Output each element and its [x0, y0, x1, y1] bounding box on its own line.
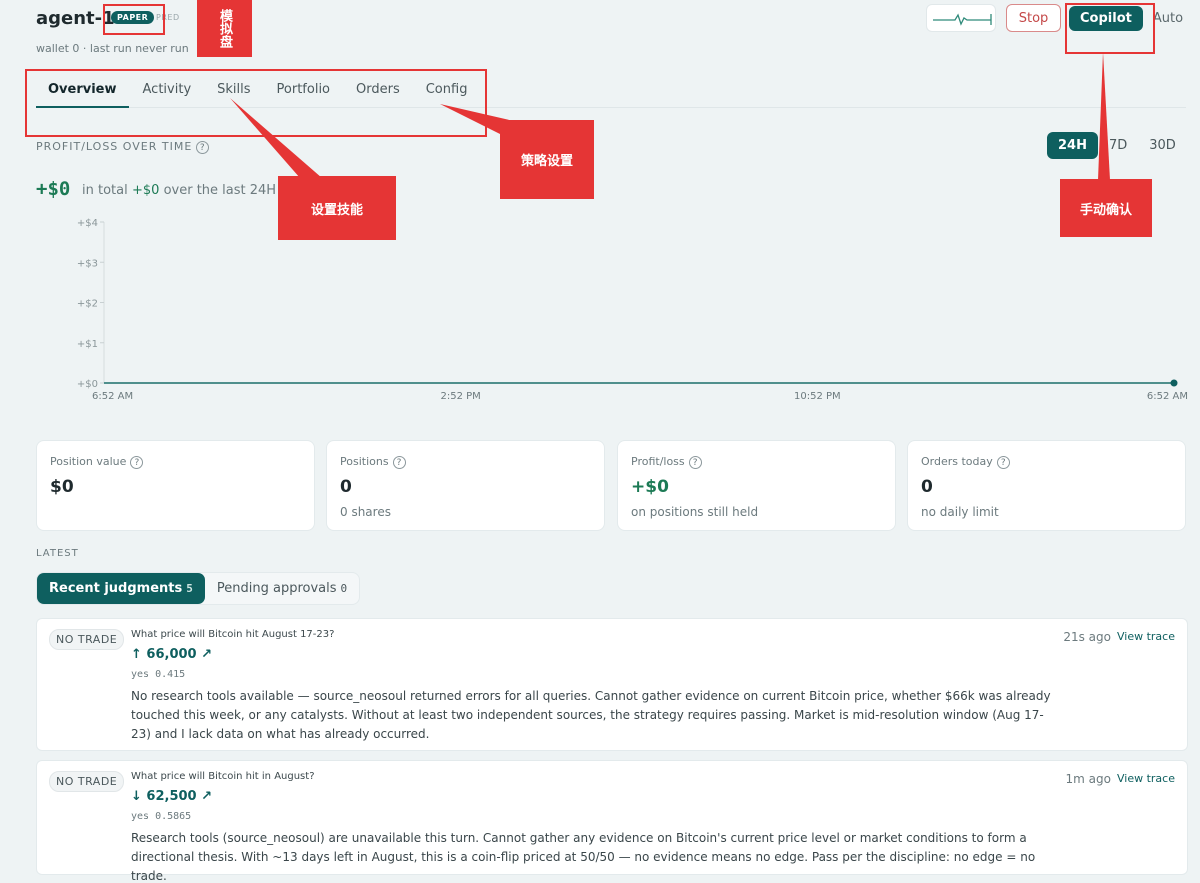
pnl-last-value: +$0 [132, 183, 160, 198]
pnl-total: +$0 [36, 178, 71, 200]
judgment-price[interactable]: ↑ 66,000 ↗ [131, 647, 212, 662]
judgment-time: 1m ago [1065, 772, 1111, 786]
stat-positions: Positions? 0 0 shares [326, 440, 605, 531]
stop-button[interactable]: Stop [1006, 4, 1061, 32]
annotation-label-strategy: 策略设置 [500, 120, 594, 199]
no-trade-badge: NO TRADE [49, 629, 125, 650]
x-tick-label: 2:52 PM [441, 391, 481, 402]
stat-label: Profit/loss? [631, 455, 882, 469]
judgment-yes-price: yes 0.5865 [131, 811, 192, 822]
stat-sub: 0 shares [340, 504, 391, 519]
pnl-total-suffix: in total [82, 183, 128, 198]
stat-label-text: Profit/loss [631, 455, 685, 468]
range-24h[interactable]: 24H [1047, 132, 1098, 159]
stat-sub: no daily limit [921, 504, 999, 519]
tab-recent-count: 5 [186, 582, 193, 595]
x-tick-label: 6:52 AM [1147, 391, 1188, 402]
judgment-yes-price: yes 0.415 [131, 669, 186, 680]
stat-label-text: Position value [50, 455, 127, 468]
tab-recent-judgments[interactable]: Recent judgments 5 [37, 573, 205, 604]
y-tick-label: +$0 [77, 379, 98, 390]
pnl-section-title: PROFIT/LOSS OVER TIME [36, 140, 193, 153]
judgment-reasoning: No research tools available — source_neo… [131, 689, 1051, 741]
x-tick-label: 10:52 PM [794, 391, 841, 402]
stat-label: Positions? [340, 455, 591, 469]
view-trace-link[interactable]: View trace [1117, 630, 1175, 643]
judgment-card: NO TRADE What price will Bitcoin hit in … [36, 760, 1188, 883]
annotation-box-tabs [25, 69, 487, 137]
pnl-chart: +$0 +$1 +$2 +$3 +$4 6:52 AM 2:52 PM 10:52 PM 6:5… [77, 218, 1188, 402]
stat-label-text: Positions [340, 455, 389, 468]
pnl-last-period: +$0 over the last 24H [132, 183, 276, 198]
tab-pending-label: Pending approvals [216, 581, 337, 596]
help-icon[interactable]: ? [996, 455, 1010, 469]
help-icon[interactable]: ? [130, 455, 144, 469]
stat-label: Position value? [50, 455, 301, 469]
pnl-section-label: PROFIT/LOSS OVER TIME? [36, 140, 210, 154]
stat-value: $0 [50, 476, 74, 497]
judgment-time: 21s ago [1063, 630, 1111, 644]
annotation-label-skills: 设置技能 [278, 176, 396, 240]
y-tick-label: +$3 [77, 258, 98, 269]
tab-pending-count: 0 [340, 582, 348, 595]
stat-value: 0 [340, 476, 352, 497]
stat-value: 0 [921, 476, 933, 497]
stat-profit-loss: Profit/loss? +$0 on positions still held [617, 440, 896, 531]
annotation-box-copilot [1065, 3, 1155, 54]
latest-tabs: Recent judgments 5 Pending approvals 0 [36, 572, 361, 605]
latest-label: LATEST [36, 548, 79, 559]
tab-recent-label: Recent judgments [49, 581, 183, 596]
pnl-latest-point[interactable] [1170, 379, 1178, 387]
x-tick-label: 6:52 AM [92, 391, 133, 402]
stat-sub: on positions still held [631, 504, 759, 519]
y-tick-label: +$1 [77, 339, 98, 350]
range-30d[interactable]: 30D [1138, 132, 1187, 159]
stat-label: Orders today? [921, 455, 1172, 469]
help-icon[interactable]: ? [196, 140, 210, 154]
wallet-subtitle: wallet 0 · last run never run [36, 42, 189, 55]
help-icon[interactable]: ? [688, 455, 702, 469]
judgment-question: What price will Bitcoin hit in August? [131, 771, 315, 782]
tab-pending-approvals[interactable]: Pending approvals 0 [205, 573, 359, 604]
stat-position-value: Position value? $0 [36, 440, 315, 531]
no-trade-badge: NO TRADE [49, 771, 125, 792]
annotation-label-paper: 模拟盘 [197, 0, 252, 57]
activity-sparkline [926, 4, 996, 32]
annotation-box-paper [103, 4, 165, 35]
range-7d[interactable]: 7D [1098, 132, 1138, 159]
y-tick-label: +$2 [77, 299, 98, 310]
stat-orders-today: Orders today? 0 no daily limit [907, 440, 1186, 531]
view-trace-link[interactable]: View trace [1117, 772, 1175, 785]
sparkline-icon [933, 13, 992, 26]
pnl-last-suffix: over the last 24H [163, 183, 277, 198]
stat-label-text: Orders today [921, 455, 993, 468]
y-tick-label: +$4 [77, 218, 98, 229]
range-selector: 24H 7D 30D [1047, 132, 1187, 159]
judgment-question: What price will Bitcoin hit August 17-23… [131, 629, 335, 640]
help-icon[interactable]: ? [392, 455, 406, 469]
auto-mode-button[interactable]: Auto [1153, 11, 1183, 26]
judgment-reasoning: Research tools (source_neosoul) are unav… [131, 831, 1036, 883]
annotation-label-manual: 手动确认 [1060, 179, 1152, 237]
judgment-price[interactable]: ↓ 62,500 ↗ [131, 789, 212, 804]
stat-value: +$0 [631, 476, 669, 497]
judgment-card: NO TRADE What price will Bitcoin hit Aug… [36, 618, 1188, 751]
